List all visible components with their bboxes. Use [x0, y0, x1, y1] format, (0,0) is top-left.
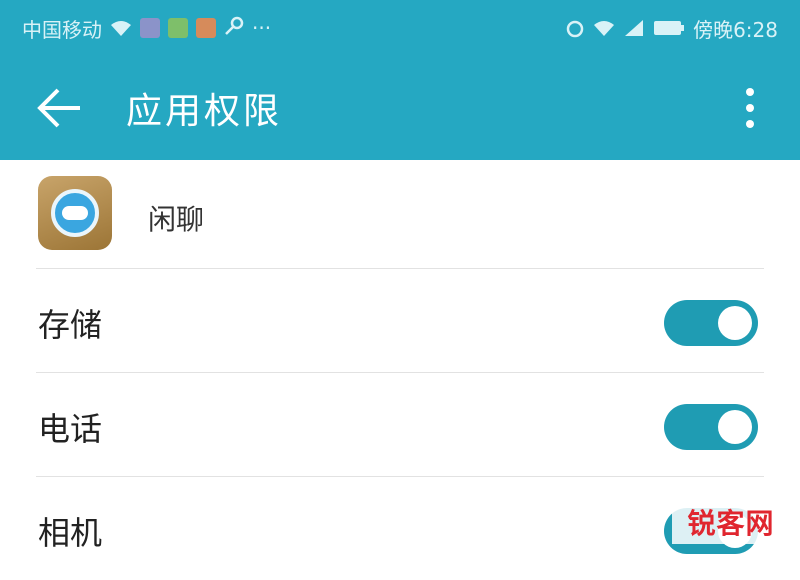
watermark: 锐客网	[672, 500, 790, 544]
cellular-signal-icon	[623, 19, 645, 37]
permission-row-storage[interactable]: 存储	[0, 268, 800, 372]
wifi-icon	[110, 19, 132, 37]
wifi-signal-icon	[593, 19, 615, 37]
battery-icon	[653, 20, 685, 36]
permission-label: 相机	[38, 514, 103, 552]
clock: 傍晚6:28	[693, 17, 778, 42]
app-bar: 应用权限	[0, 56, 800, 160]
permission-label: 电话	[38, 410, 103, 448]
page-title: 应用权限	[126, 91, 283, 132]
more-options-icon[interactable]	[738, 84, 762, 136]
app-name: 闲聊	[148, 203, 205, 236]
app-header: 闲聊	[0, 160, 800, 268]
phone-permission-toggle[interactable]	[664, 404, 758, 450]
back-arrow-icon[interactable]	[36, 86, 84, 130]
app-icon	[38, 176, 112, 250]
alarm-icon	[565, 18, 585, 38]
status-bar: 中国移动 ··· 傍晚6:28	[0, 0, 800, 56]
key-icon	[224, 16, 244, 41]
notification-wechat-icon	[168, 18, 188, 38]
storage-permission-toggle[interactable]	[664, 300, 758, 346]
notification-app-icon	[196, 18, 216, 38]
status-bar-right: 傍晚6:28	[565, 14, 778, 43]
more-notifications-indicator: ···	[252, 16, 272, 40]
status-bar-left: 中国移动 ···	[22, 14, 271, 43]
permission-label: 存储	[38, 306, 103, 344]
notification-app-icon	[140, 18, 160, 38]
permission-row-phone[interactable]: 电话	[0, 372, 800, 476]
carrier-label: 中国移动	[22, 17, 102, 42]
